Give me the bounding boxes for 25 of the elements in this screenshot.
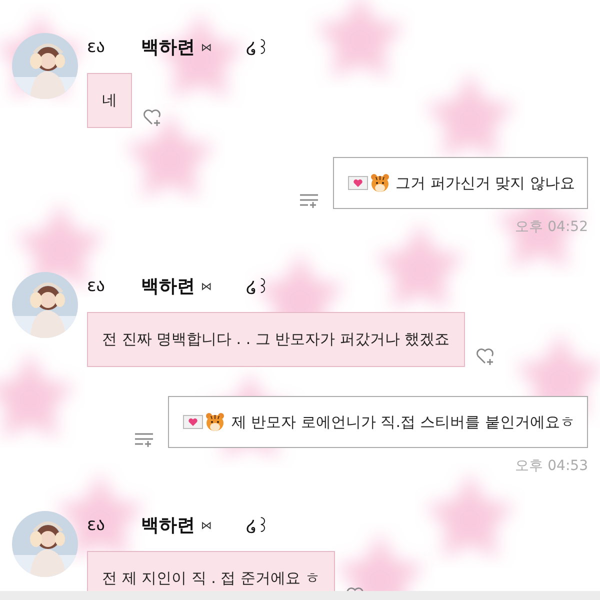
sender-decoration: ໒꒱ (246, 276, 270, 298)
menu-plus-icon[interactable] (298, 193, 319, 209)
sender-decoration: ɛა (87, 37, 105, 57)
timestamp: 오후 04:52 (515, 218, 588, 236)
sender-decoration: ɛა (87, 515, 105, 535)
timestamp: 오후 04:53 (515, 457, 588, 475)
menu-plus-icon[interactable] (134, 432, 154, 448)
sender-decoration: ɛა (87, 276, 105, 296)
message-text: 그거 퍼가신거 맞지 않나요 (396, 174, 575, 192)
message-bubble: 전 제 지인이 직 . 접 준거에요 ㅎ (87, 551, 336, 591)
heart-plus-icon[interactable] (142, 108, 162, 128)
sender-decoration: ໒꒱ (246, 38, 270, 58)
heart-plus-icon[interactable] (474, 347, 495, 367)
sender-decoration: ⋈ (200, 280, 212, 292)
message-bubble: 전 진짜 명백합니다 . . 그 반모자가 퍼갔거나 했겠죠 (87, 312, 465, 367)
sender-decoration: ⋈ (200, 40, 212, 54)
message-bubble: 네 (87, 73, 132, 128)
tiger-icon (205, 412, 226, 432)
sender-name: 백하련 (140, 514, 195, 537)
sender-decoration: ⋈ (200, 518, 212, 532)
sender-decoration: ໒꒱ (246, 516, 270, 536)
message-text: 제 반모자 로에언니가 직.접 스티버를 붙인거에요ㅎ (231, 412, 575, 432)
sender-name: 백하련 (140, 36, 195, 59)
sender-name: 백하련 (140, 275, 195, 298)
tiger-icon (370, 173, 390, 193)
